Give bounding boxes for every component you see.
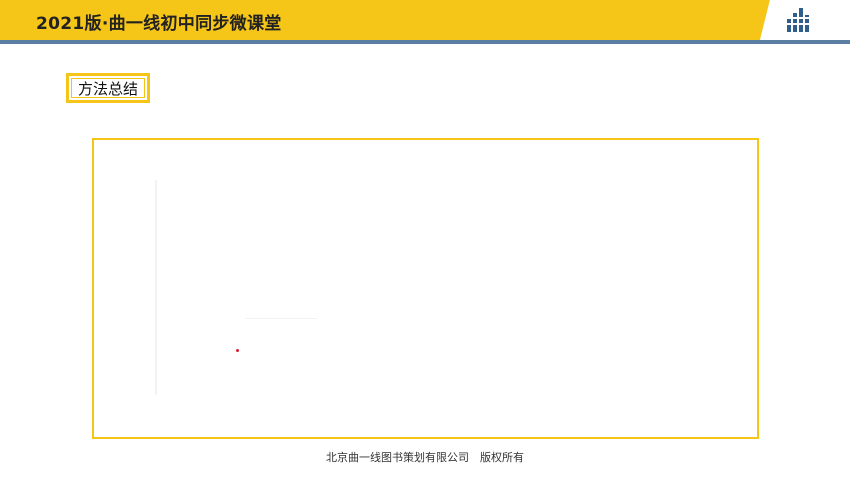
header-title: 2021版·曲一线初中同步微课堂 <box>36 14 282 34</box>
section-label-text: 方法总结 <box>77 79 138 98</box>
slide-page: 2021版·曲一线初中同步微课堂 方法总结 北京曲一线图书策划有限公司 版权所有 <box>0 0 850 478</box>
header-bar: 2021版·曲一线初中同步微课堂 <box>0 0 850 40</box>
content-frame <box>92 138 759 439</box>
footer-copyright: 北京曲一线图书策划有限公司 版权所有 <box>326 451 524 464</box>
laser-pointer-dot <box>236 349 239 352</box>
section-label-box: 方法总结 <box>66 73 150 103</box>
faint-vertical-line <box>155 180 157 395</box>
faint-horizontal-line <box>245 318 317 319</box>
bar-chart-logo-icon <box>785 8 813 32</box>
header-rule <box>0 40 850 44</box>
